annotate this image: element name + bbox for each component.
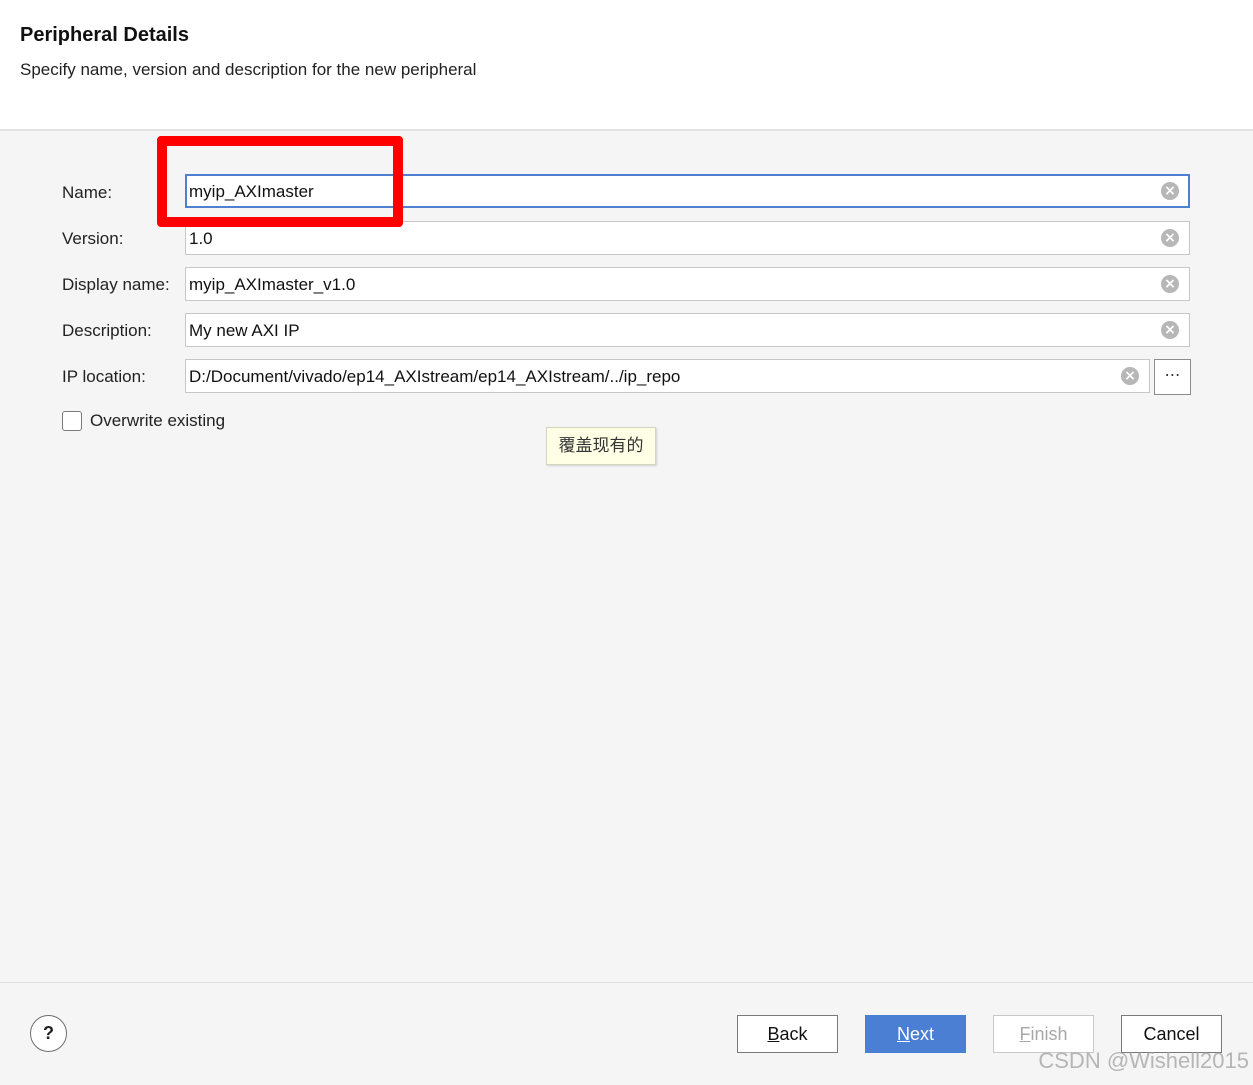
page-subtitle: Specify name, version and description fo… <box>20 60 477 79</box>
version-value: 1.0 <box>189 229 213 248</box>
finish-label-rest: inish <box>1030 1024 1068 1044</box>
ellipsis-icon: ⋯ <box>1164 365 1181 384</box>
ip-location-value: D:/Document/vivado/ep14_AXIstream/ep14_A… <box>189 367 681 386</box>
clear-name-icon[interactable]: × <box>1161 182 1179 200</box>
next-button[interactable]: Next <box>865 1015 966 1053</box>
clear-version-icon[interactable]: × <box>1161 229 1179 247</box>
back-mnemonic: B <box>767 1024 780 1044</box>
display-name-value: myip_AXImaster_v1.0 <box>189 275 356 294</box>
overwrite-checkbox[interactable] <box>62 411 82 431</box>
back-button[interactable]: Back <box>737 1015 838 1053</box>
help-icon[interactable]: ? <box>30 1015 67 1052</box>
name-value: myip_AXImaster <box>189 182 314 201</box>
finish-mnemonic: F <box>1019 1024 1031 1044</box>
watermark: CSDN @Wishell2015 <box>1038 1048 1249 1073</box>
description-label: Description: <box>62 321 152 340</box>
version-label: Version: <box>62 229 124 248</box>
clear-ip-location-icon[interactable]: × <box>1121 367 1139 385</box>
description-value: My new AXI IP <box>189 321 300 340</box>
wizard-header: Peripheral Details Specify name, version… <box>0 0 1253 131</box>
name-label: Name: <box>62 183 113 202</box>
clear-display-name-icon[interactable]: × <box>1161 275 1179 293</box>
display-name-field[interactable]: myip_AXImaster_v1.0 × <box>185 267 1190 301</box>
display-name-label: Display name: <box>62 275 170 294</box>
name-field[interactable]: myip_AXImaster × <box>185 174 1190 208</box>
page-title: Peripheral Details <box>20 24 189 46</box>
tooltip: 覆盖现有的 <box>546 427 656 465</box>
ip-location-field[interactable]: D:/Document/vivado/ep14_AXIstream/ep14_A… <box>185 359 1150 393</box>
description-field[interactable]: My new AXI IP × <box>185 313 1190 347</box>
browse-button[interactable]: ⋯ <box>1154 359 1191 395</box>
clear-description-icon[interactable]: × <box>1161 321 1179 339</box>
ip-location-label: IP location: <box>62 367 146 386</box>
back-label-rest: ack <box>779 1024 808 1044</box>
version-field[interactable]: 1.0 × <box>185 221 1190 255</box>
next-mnemonic: N <box>896 1024 910 1044</box>
next-label-rest: ext <box>909 1024 934 1044</box>
overwrite-label[interactable]: Overwrite existing <box>90 411 225 431</box>
